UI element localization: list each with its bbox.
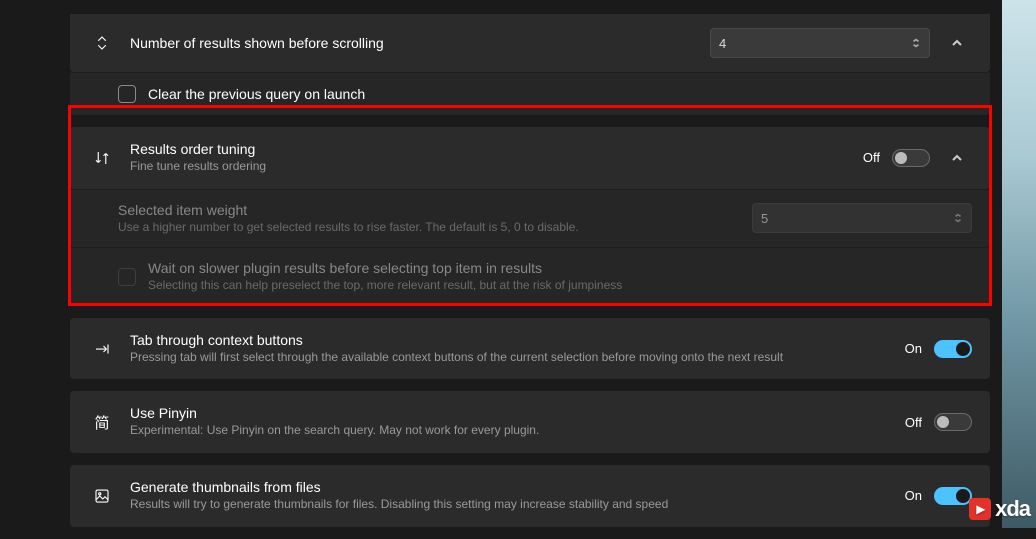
setting-desc: Selecting this can help preselect the to…	[148, 278, 972, 294]
settings-panel: Number of results shown before scrolling…	[70, 0, 990, 539]
xda-logo-square: ▸	[969, 498, 991, 520]
result-count-spinbox[interactable]: 4	[710, 28, 930, 58]
setting-title: Results order tuning	[130, 141, 847, 157]
setting-desc: Fine tune results ordering	[130, 159, 847, 175]
setting-subrow-wait-slow: Wait on slower plugin results before sel…	[70, 247, 990, 306]
setting-title: Wait on slower plugin results before sel…	[148, 260, 972, 276]
spinbox-value: 4	[719, 36, 726, 51]
toggle-state-label: Off	[863, 150, 880, 165]
xda-logo-text: xda	[995, 496, 1030, 522]
thumbnails-toggle[interactable]	[934, 487, 972, 505]
clear-query-checkbox[interactable]	[118, 85, 136, 103]
setting-row-order-tuning: Results order tuning Fine tune results o…	[70, 127, 990, 189]
tab-arrow-icon	[88, 340, 116, 358]
setting-title: Selected item weight	[118, 202, 736, 218]
expand-toggle[interactable]	[942, 28, 972, 58]
checkbox-label: Clear the previous query on launch	[148, 86, 972, 102]
setting-row-pinyin: 简 Use Pinyin Experimental: Use Pinyin on…	[70, 391, 990, 453]
cjk-character-icon: 简	[88, 412, 116, 433]
sort-icon	[88, 149, 116, 167]
spinbox-value: 5	[761, 211, 768, 226]
setting-desc: Experimental: Use Pinyin on the search q…	[130, 423, 889, 439]
setting-desc: Results will try to generate thumbnails …	[130, 497, 889, 513]
toggle-state-label: Off	[905, 415, 922, 430]
setting-row-thumbnails: Generate thumbnails from files Results w…	[70, 465, 990, 527]
expand-toggle[interactable]	[942, 143, 972, 173]
pinyin-toggle[interactable]	[934, 413, 972, 431]
spinbox-stepper-icon	[911, 36, 921, 51]
setting-title: Generate thumbnails from files	[130, 479, 889, 495]
desktop-wallpaper-strip	[1002, 0, 1036, 528]
setting-title: Use Pinyin	[130, 405, 889, 421]
setting-subrow-item-weight: Selected item weight Use a higher number…	[70, 189, 990, 248]
item-weight-spinbox[interactable]: 5	[752, 203, 972, 233]
tab-context-toggle[interactable]	[934, 340, 972, 358]
xda-watermark: ▸ xda	[969, 496, 1030, 522]
setting-row-result-count: Number of results shown before scrolling…	[70, 14, 990, 72]
setting-title: Number of results shown before scrolling	[130, 35, 694, 51]
spinbox-stepper-icon	[953, 211, 963, 226]
setting-title: Tab through context buttons	[130, 332, 889, 348]
resize-vertical-icon	[88, 34, 116, 52]
order-tuning-toggle[interactable]	[892, 149, 930, 167]
toggle-state-label: On	[905, 341, 922, 356]
setting-desc: Use a higher number to get selected resu…	[118, 220, 736, 236]
setting-subrow-clear-query: Clear the previous query on launch	[70, 72, 990, 115]
setting-row-tab-context: Tab through context buttons Pressing tab…	[70, 318, 990, 380]
toggle-state-label: On	[905, 488, 922, 503]
wait-slow-checkbox[interactable]	[118, 268, 136, 286]
image-icon	[88, 487, 116, 505]
setting-desc: Pressing tab will first select through t…	[130, 350, 889, 366]
